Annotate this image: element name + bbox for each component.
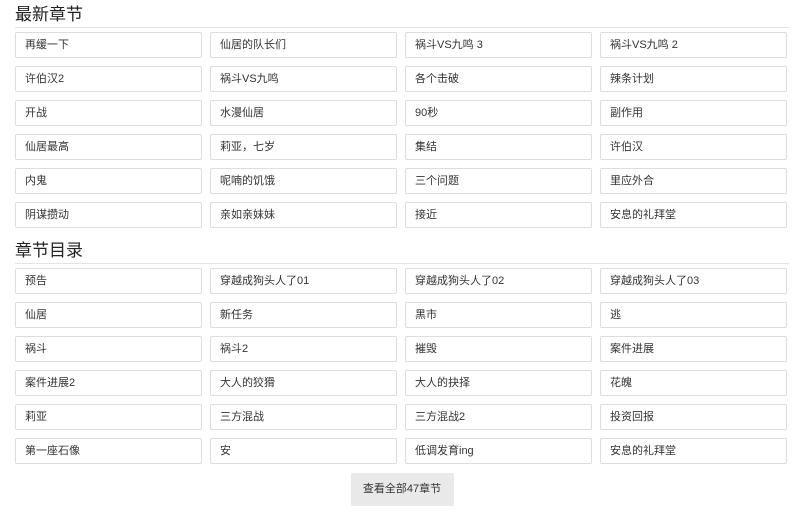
catalog-chapter-link[interactable]: 三方混战2 [405,404,592,430]
catalog-chapter-link[interactable]: 仙居 [15,302,202,328]
catalog-chapter-link[interactable]: 花魄 [600,370,787,396]
catalog-chapter-link[interactable]: 低调发育ing [405,438,592,464]
latest-chapter-link[interactable]: 许伯汉 [600,134,787,160]
catalog-chapter-link[interactable]: 祸斗2 [210,336,397,362]
catalog-chapter-link[interactable]: 案件进展 [600,336,787,362]
catalog-chapter-link[interactable]: 安息的礼拜堂 [600,438,787,464]
chapter-page: 最新章节 再缓一下 仙居的队长们 祸斗VS九鸣 3 祸斗VS九鸣 2 许伯汉2 祸斗VS九… [0,0,800,527]
latest-chapter-link[interactable]: 呢喃的饥饿 [210,168,397,194]
latest-chapter-link[interactable]: 亲如亲妹妹 [210,202,397,228]
catalog-chapter-link[interactable]: 案件进展2 [15,370,202,396]
catalog-chapter-link[interactable]: 穿越成狗头人了02 [405,268,592,294]
latest-chapters-grid: 再缓一下 仙居的队长们 祸斗VS九鸣 3 祸斗VS九鸣 2 许伯汉2 祸斗VS九鸣 各个击破… [15,32,789,228]
latest-chapter-link[interactable]: 再缓一下 [15,32,202,58]
latest-chapter-link[interactable]: 内鬼 [15,168,202,194]
latest-chapter-link[interactable]: 阴谋攒动 [15,202,202,228]
latest-chapter-link[interactable]: 祸斗VS九鸣 3 [405,32,592,58]
view-all-chapters-button[interactable]: 查看全部47章节 [350,473,454,506]
chapter-catalog-heading: 章节目录 [15,236,789,264]
latest-chapter-link[interactable]: 90秒 [405,100,592,126]
catalog-chapter-link[interactable]: 祸斗 [15,336,202,362]
latest-chapter-link[interactable]: 里应外合 [600,168,787,194]
catalog-chapter-link[interactable]: 预告 [15,268,202,294]
latest-chapters-heading: 最新章节 [15,0,789,28]
latest-chapter-link[interactable]: 开战 [15,100,202,126]
latest-chapter-link[interactable]: 副作用 [600,100,787,126]
catalog-chapter-link[interactable]: 莉亚 [15,404,202,430]
catalog-chapter-link[interactable]: 摧毁 [405,336,592,362]
catalog-chapter-link[interactable]: 大人的抉择 [405,370,592,396]
latest-chapter-link[interactable]: 许伯汉2 [15,66,202,92]
latest-chapter-link[interactable]: 各个击破 [405,66,592,92]
latest-chapter-link[interactable]: 安息的礼拜堂 [600,202,787,228]
latest-chapter-link[interactable]: 接近 [405,202,592,228]
latest-chapter-link[interactable]: 水漫仙居 [210,100,397,126]
catalog-chapter-link[interactable]: 投资回报 [600,404,787,430]
chapter-catalog-grid: 预告 穿越成狗头人了01 穿越成狗头人了02 穿越成狗头人了03 仙居 新任务 黑市逃祸斗祸… [15,268,789,464]
view-all-wrapper: 查看全部47章节 [15,473,789,506]
catalog-chapter-link[interactable]: 穿越成狗头人了01 [210,268,397,294]
catalog-chapter-link[interactable]: 逃 [600,302,787,328]
latest-chapter-link[interactable]: 辣条计划 [600,66,787,92]
latest-chapter-link[interactable]: 莉亚，七岁 [210,134,397,160]
latest-chapter-link[interactable]: 祸斗VS九鸣 [210,66,397,92]
catalog-chapter-link[interactable]: 第一座石像 [15,438,202,464]
latest-chapter-link[interactable]: 仙居最高 [15,134,202,160]
catalog-chapter-link[interactable]: 三方混战 [210,404,397,430]
catalog-chapter-link[interactable]: 安 [210,438,397,464]
latest-chapter-link[interactable]: 三个问题 [405,168,592,194]
catalog-chapter-link[interactable]: 大人的狡猾 [210,370,397,396]
catalog-chapter-link[interactable]: 新任务 [210,302,397,328]
latest-chapter-link[interactable]: 祸斗VS九鸣 2 [600,32,787,58]
catalog-chapter-link[interactable]: 黑市 [405,302,592,328]
latest-chapter-link[interactable]: 集结 [405,134,592,160]
catalog-chapter-link[interactable]: 穿越成狗头人了03 [600,268,787,294]
latest-chapter-link[interactable]: 仙居的队长们 [210,32,397,58]
